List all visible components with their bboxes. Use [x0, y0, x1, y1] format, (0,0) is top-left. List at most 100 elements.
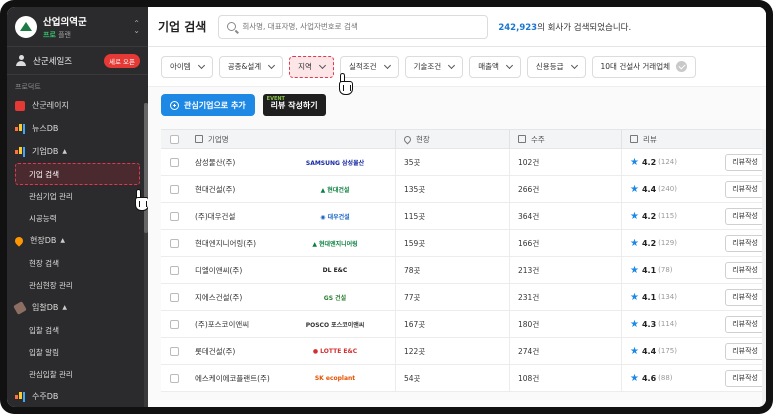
sites-value: 78곳 [404, 265, 421, 275]
write-review-row-button[interactable]: 리뷰작성 [725, 207, 765, 225]
search-input[interactable] [242, 22, 480, 31]
table-row[interactable]: 롯데건설(주) ● LOTTE E&C 122곳 274건 ★ 4.4 (175… [161, 338, 766, 365]
table-header: 기업명 현장 수주 리뷰 [161, 129, 766, 149]
row-checkbox[interactable] [169, 157, 179, 167]
row-checkbox[interactable] [169, 211, 179, 221]
row-checkbox[interactable] [169, 184, 179, 194]
plan-label: 프로 [43, 30, 56, 39]
sidebar-sub-interest-site[interactable]: 관심현장 관리 [7, 274, 148, 296]
search-box[interactable] [218, 14, 489, 39]
table-row[interactable]: 디엘이앤씨(주) DL E&C 78곳 213건 ★ 4.1 (78) 리뷰작성 [161, 257, 766, 284]
row-check-cell [161, 292, 187, 302]
sidebar-sub-interest-bid[interactable]: 관심입찰 관리 [7, 363, 148, 385]
star-icon: ★ [630, 318, 639, 330]
header-sites[interactable]: 현장 [395, 130, 509, 148]
company-cell: (주)대우건설 ◉ 대우건설 [187, 210, 395, 222]
sidebar-item-news[interactable]: 뉴스DB [7, 117, 148, 140]
sidebar-sub-construction-capacity[interactable]: 시공능력 [7, 207, 148, 229]
table-row[interactable]: 에스케이에코플랜트(주) SK ecoplant 54곳 108건 ★ 4.6 … [161, 365, 766, 392]
company-name[interactable]: 현대건설(주) [195, 184, 275, 195]
sidebar-item-label: 산군레이지 [32, 101, 69, 110]
brand-switcher[interactable]: 산업의역군 프로 플랜 ⌃ ⌄ [7, 7, 148, 47]
table-row[interactable]: 삼성물산(주) SAMSUNG 삼성물산 35곳 102건 ★ 4.2 (124… [161, 149, 766, 176]
table-row[interactable]: 현대엔지니어링(주) ▲ 현대엔지니어링 159곳 166건 ★ 4.2 (12… [161, 230, 766, 257]
row-checkbox[interactable] [169, 238, 179, 248]
filter-technical[interactable]: 기술조건 [404, 55, 464, 78]
company-name[interactable]: 현대엔지니어링(주) [195, 238, 275, 249]
table-row[interactable]: (주)대우건설 ◉ 대우건설 115곳 364건 ★ 4.2 (115) 리뷰작… [161, 203, 766, 230]
company-name[interactable]: 삼성물산(주) [195, 157, 275, 168]
review-cell: ★ 4.3 (114) 리뷰작성 [621, 311, 766, 337]
sites-cell: 122곳 [395, 338, 509, 364]
sidebar-sub-site-search[interactable]: 현장 검색 [7, 252, 148, 274]
filter-top10-partner[interactable]: 10대 건설사 거래업체 [591, 55, 697, 78]
review-cell: ★ 4.4 (240) 리뷰작성 [621, 176, 766, 202]
sidebar-item-company-db[interactable]: 기업DB ▲ [7, 140, 148, 163]
sidebar-item-bid-db[interactable]: 입찰DB ▲ [7, 296, 148, 319]
orders-cell: 274건 [509, 338, 621, 364]
company-name[interactable]: 지에스건설(주) [195, 292, 275, 303]
select-all-checkbox[interactable] [169, 134, 179, 144]
sidebar-sub-bid-search[interactable]: 입찰 검색 [7, 319, 148, 341]
write-review-row-button[interactable]: 리뷰작성 [725, 288, 765, 306]
header-reviews[interactable]: 리뷰 [621, 130, 766, 148]
sidebar-item-order-db[interactable]: 수주DB [7, 385, 148, 407]
row-checkbox[interactable] [169, 292, 179, 302]
brand-text: 산업의역군 프로 플랜 [43, 14, 87, 40]
table-row[interactable]: 현대건설(주) ▲ 현대건설 135곳 266건 ★ 4.4 (240) 리뷰작… [161, 176, 766, 203]
sidebar-sub-bid-alert[interactable]: 입찰 알림 [7, 341, 148, 363]
sidebar-item-sangun-lazy[interactable]: 산군레이지 [7, 94, 148, 117]
header-company[interactable]: 기업명 [187, 134, 395, 145]
add-interest-button[interactable]: 관심기업으로 추가 [161, 94, 255, 116]
filter-revenue[interactable]: 매출액 [469, 55, 521, 78]
filter-item[interactable]: 아이템 [161, 55, 213, 78]
company-name[interactable]: 롯데건설(주) [195, 346, 275, 357]
review-count: (124) [658, 158, 677, 166]
header-orders[interactable]: 수주 [509, 130, 621, 148]
result-count: 242,923의 회사가 검색되었습니다. [498, 21, 631, 33]
sites-cell: 135곳 [395, 176, 509, 202]
write-review-row-button[interactable]: 리뷰작성 [725, 315, 765, 333]
write-review-row-button[interactable]: 리뷰작성 [725, 180, 765, 198]
company-cell: 에스케이에코플랜트(주) SK ecoplant [187, 372, 395, 384]
filter-credit[interactable]: 신용등급 [526, 55, 586, 78]
sites-value: 159곳 [404, 238, 426, 248]
chevron-down-icon [383, 61, 391, 69]
sidebar-item-label: 현장DB [30, 236, 57, 245]
orders-value: 166건 [518, 238, 540, 248]
sidebar-sub-interest-company[interactable]: 관심기업 관리 [7, 185, 148, 207]
rating-value: 4.2 [641, 238, 657, 248]
company-name[interactable]: (주)포스코이앤씨 [195, 319, 275, 330]
sites-value: 122곳 [404, 346, 426, 356]
company-name[interactable]: 디엘이앤씨(주) [195, 265, 275, 276]
row-checkbox[interactable] [169, 373, 179, 383]
row-checkbox[interactable] [169, 346, 179, 356]
sidebar: 산업의역군 프로 플랜 ⌃ ⌄ 산군세일즈 세로 오픈 프로덕트 산군레이지 뉴스… [7, 7, 149, 407]
sidebar-sub-company-search[interactable]: 기업 검색 [15, 163, 140, 185]
filter-work-type[interactable]: 공종&설계 [218, 55, 284, 78]
table-row[interactable]: 지에스건설(주) GS 건설 77곳 231건 ★ 4.1 (134) 리뷰작성 [161, 284, 766, 311]
company-name[interactable]: 에스케이에코플랜트(주) [195, 373, 275, 384]
main-scrollbar[interactable] [762, 129, 766, 407]
filter-label: 기술조건 [413, 62, 442, 71]
write-review-row-button[interactable]: 리뷰작성 [725, 369, 765, 387]
write-review-row-button[interactable]: 리뷰작성 [725, 261, 765, 279]
company-logo: ◉ 대우건설 [320, 213, 350, 221]
write-review-row-button[interactable]: 리뷰작성 [725, 342, 765, 360]
check-circle-icon [676, 61, 688, 72]
write-review-button[interactable]: EVENT 리뷰 작성하기 [262, 94, 326, 116]
app-window: 산업의역군 프로 플랜 ⌃ ⌄ 산군세일즈 세로 오픈 프로덕트 산군레이지 뉴스… [7, 7, 766, 407]
company-name[interactable]: (주)대우건설 [195, 211, 275, 222]
write-review-row-button[interactable]: 리뷰작성 [725, 234, 765, 252]
review-count: (134) [658, 293, 677, 301]
orders-cell: 108건 [509, 365, 621, 391]
write-review-row-button[interactable]: 리뷰작성 [725, 153, 765, 171]
row-checkbox[interactable] [169, 319, 179, 329]
filter-region[interactable]: 지역 [289, 55, 334, 78]
account-row[interactable]: 산군세일즈 세로 오픈 [7, 47, 148, 75]
row-checkbox[interactable] [169, 265, 179, 275]
table-row[interactable]: (주)포스코이앤씨 POSCO 포스코이앤씨 167곳 180건 ★ 4.3 (… [161, 311, 766, 338]
sidebar-item-site-db[interactable]: 현장DB ▲ [7, 229, 148, 252]
sites-cell: 54곳 [395, 365, 509, 391]
sites-cell: 78곳 [395, 257, 509, 283]
